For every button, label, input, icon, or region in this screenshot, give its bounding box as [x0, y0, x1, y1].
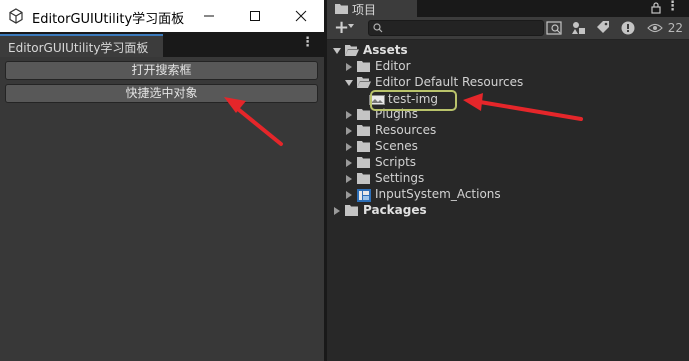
eye-icon[interactable] [647, 23, 663, 33]
folder-open-icon [345, 45, 359, 56]
folder-icon [357, 173, 370, 184]
folder-icon [335, 4, 348, 14]
tree-item-label: Resources [375, 123, 437, 137]
filter-by-label-icon[interactable] [594, 20, 612, 36]
folder-icon [357, 61, 370, 72]
tree-item-label: Assets [363, 43, 408, 57]
highlight-outline [370, 90, 457, 111]
tab-editor-gui-utility[interactable]: EditorGUIUtility学习面板 [0, 34, 163, 57]
folder-icon [357, 141, 370, 152]
tree-item-label: Editor Default Resources [375, 75, 524, 89]
chevron-right-icon[interactable] [345, 127, 353, 135]
folder-icon [357, 125, 370, 136]
chevron-down-icon[interactable] [345, 79, 353, 87]
close-icon [295, 10, 307, 22]
tree-item-label: InputSystem_Actions [375, 187, 501, 201]
editor-window: EditorGUIUtility学习面板 EditorGUIUtility学习面… [0, 0, 324, 361]
chevron-right-icon[interactable] [345, 63, 353, 71]
chevron-right-icon[interactable] [345, 111, 353, 119]
chevron-right-icon[interactable] [345, 159, 353, 167]
plus-icon: + [334, 17, 350, 38]
tree-item-label: Scenes [375, 139, 418, 153]
search-input[interactable] [385, 21, 525, 35]
project-tab-bar: 项目 ⋮ [327, 0, 689, 17]
chevron-down-icon [348, 24, 354, 28]
input-actions-icon [357, 189, 371, 202]
window-title: EditorGUIUtility学习面板 [32, 12, 185, 27]
open-search-button[interactable]: 打开搜索框 [5, 61, 318, 80]
tree-item-label: Scripts [375, 155, 417, 169]
chevron-right-icon[interactable] [333, 207, 341, 215]
minimize-button[interactable] [186, 0, 232, 32]
tab-menu-kebab-icon[interactable]: ⋮ [666, 0, 679, 13]
minimize-icon [204, 15, 214, 17]
tab-label: EditorGUIUtility学习面板 [8, 41, 149, 55]
folder-open-icon [357, 77, 371, 88]
maximize-icon [250, 11, 260, 21]
lock-icon[interactable] [651, 2, 661, 14]
chevron-right-icon[interactable] [345, 175, 353, 183]
tree-item-label: Editor [375, 59, 411, 73]
tab-menu-kebab-icon[interactable]: ⋮ [301, 36, 314, 49]
search-by-type-icon[interactable] [545, 20, 563, 36]
search-field[interactable] [368, 20, 544, 36]
project-toolbar: + 22 [327, 17, 689, 40]
folder-icon [345, 205, 358, 216]
folder-icon [357, 157, 370, 168]
tree-item-label: Settings [375, 171, 425, 185]
filter-by-type-icon[interactable] [570, 20, 588, 36]
create-asset-button[interactable]: + [332, 17, 358, 38]
editor-tab-bar: EditorGUIUtility学习面板 ⋮ [0, 32, 324, 57]
chevron-down-icon[interactable] [333, 47, 341, 55]
tab-project[interactable]: 项目 [327, 0, 417, 17]
folder-icon [357, 109, 370, 120]
log-warning-icon[interactable] [619, 20, 637, 36]
chevron-right-icon[interactable] [345, 191, 353, 199]
hidden-packages-count: 22 [667, 21, 683, 35]
unity-logo-icon [9, 8, 23, 24]
maximize-button[interactable] [232, 0, 278, 32]
project-window: 项目 ⋮ + 22 Assets Editor Editor Default R… [327, 0, 689, 361]
search-icon [373, 23, 383, 33]
chevron-right-icon[interactable] [345, 143, 353, 151]
tree-item-label: Packages [363, 203, 427, 217]
tab-label: 项目 [352, 3, 377, 17]
quick-select-button[interactable]: 快捷选中对象 [5, 84, 318, 103]
close-button[interactable] [278, 0, 324, 32]
window-titlebar: EditorGUIUtility学习面板 [0, 0, 324, 32]
